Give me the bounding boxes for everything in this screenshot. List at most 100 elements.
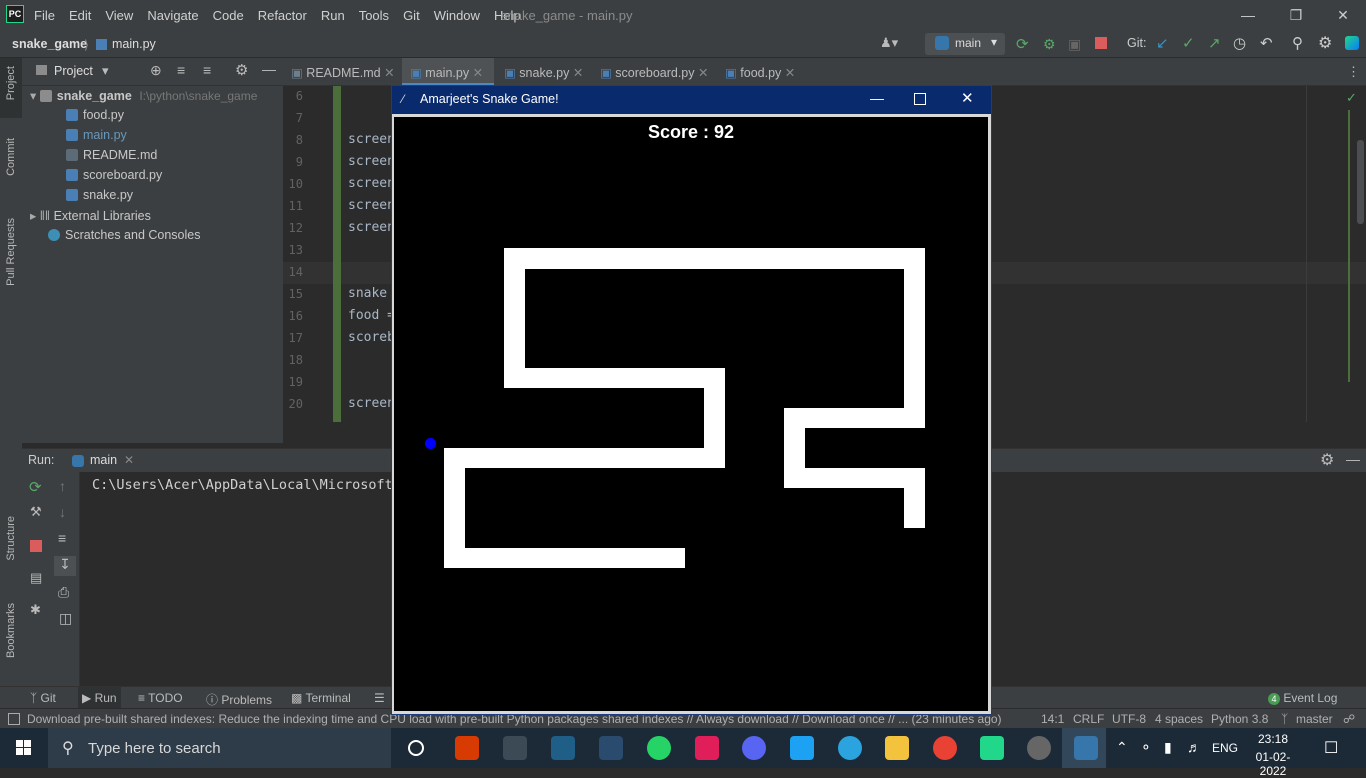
side-tab-commit[interactable]: Commit	[5, 138, 17, 176]
close-icon[interactable]: ✕	[1333, 6, 1353, 24]
print-icon[interactable]: ⎙	[58, 584, 69, 601]
history-icon[interactable]: ◷	[1233, 34, 1246, 52]
close-icon[interactable]: ✕	[473, 66, 483, 80]
restore-icon[interactable]: ❐	[1286, 6, 1306, 24]
editor-scrollbar[interactable]	[1357, 140, 1364, 224]
status-message-icon[interactable]	[8, 713, 20, 725]
tree-item-main[interactable]: main.py	[66, 128, 127, 142]
up-arrow-icon[interactable]: ↑	[59, 478, 66, 494]
run-tab-main[interactable]: main	[90, 453, 117, 467]
menu-git[interactable]: Git	[403, 8, 420, 23]
pin-icon[interactable]: ✱	[30, 602, 41, 618]
whatsapp-icon[interactable]	[647, 736, 671, 760]
tool-todo[interactable]: ≡ TODO	[138, 691, 183, 705]
wifi-icon[interactable]: ⚬	[1140, 739, 1152, 756]
taskbar-search[interactable]: ⚲ Type here to search	[48, 728, 391, 768]
menu-tools[interactable]: Tools	[359, 8, 389, 23]
lock-icon[interactable]: ☍	[1343, 712, 1355, 726]
indent-setting[interactable]: 4 spaces	[1155, 712, 1203, 726]
expand-all-icon[interactable]: ≡	[177, 62, 185, 78]
code-with-me-icon[interactable]	[1345, 36, 1359, 50]
tree-item-snake[interactable]: snake.py	[66, 188, 133, 202]
code-line[interactable]: screen	[348, 220, 395, 235]
code-line[interactable]: screen	[348, 176, 395, 191]
game-canvas[interactable]: Score : 92	[394, 117, 988, 711]
git-push-icon[interactable]: ↗	[1208, 34, 1221, 52]
stop-icon[interactable]	[30, 540, 42, 552]
soft-wrap-icon[interactable]: ≡	[58, 530, 66, 546]
layout-icon[interactable]: ▤	[30, 570, 42, 586]
code-line[interactable]: screen	[348, 198, 395, 213]
side-tab-project[interactable]: Project	[5, 66, 17, 100]
search-icon[interactable]: ⚲	[1292, 34, 1303, 52]
chevron-up-icon[interactable]: ⌃	[1116, 739, 1128, 756]
rollback-icon[interactable]: ↶	[1260, 34, 1273, 52]
python-turtle-icon[interactable]	[1074, 736, 1098, 760]
side-tab-pull-requests[interactable]: Pull Requests	[5, 218, 17, 286]
close-icon[interactable]: ✕	[124, 453, 134, 467]
python-interpreter[interactable]: Python 3.8	[1211, 712, 1268, 726]
matlab-icon[interactable]	[599, 736, 623, 760]
close-icon[interactable]: ✕	[384, 66, 394, 80]
breadcrumb-file[interactable]: main.py	[112, 37, 156, 51]
collapse-all-icon[interactable]: ≡	[203, 62, 211, 78]
caret-position[interactable]: 14:1	[1041, 712, 1064, 726]
menu-view[interactable]: View	[105, 8, 133, 23]
close-icon[interactable]: ✕	[573, 66, 583, 80]
windows-start-icon[interactable]	[16, 740, 32, 756]
tool-run[interactable]: ▶ Run	[78, 687, 121, 709]
tree-item-scratches[interactable]: Scratches and Consoles	[48, 228, 201, 242]
tab-readme[interactable]: ▣ README.md ✕	[291, 58, 401, 86]
tool-terminal[interactable]: ▩ Terminal	[291, 691, 351, 705]
chrome-icon[interactable]	[933, 736, 957, 760]
twitter-icon[interactable]	[790, 736, 814, 760]
arduino-icon[interactable]	[551, 736, 575, 760]
code-line[interactable]: snake	[348, 286, 387, 301]
tree-item-external-libraries[interactable]: ▸ ‖‖ External Libraries	[30, 208, 151, 223]
hide-panel-icon[interactable]: —	[1346, 451, 1360, 467]
wrench-icon[interactable]: ⚒	[30, 504, 42, 520]
close-icon[interactable]: ✕	[961, 89, 974, 107]
minimize-icon[interactable]: —	[1238, 6, 1258, 24]
tab-snake[interactable]: ▣ snake.py ✕	[504, 58, 594, 86]
slack-icon[interactable]	[695, 736, 719, 760]
tree-item-food[interactable]: food.py	[66, 108, 124, 122]
tab-food[interactable]: ▣ food.py ✕	[725, 58, 805, 86]
hide-panel-icon[interactable]: —	[262, 61, 276, 77]
trash-icon[interactable]: ◫	[59, 610, 72, 627]
tab-scoreboard[interactable]: ▣ scoreboard.py ✕	[600, 58, 718, 86]
menu-window[interactable]: Window	[434, 8, 480, 23]
code-line[interactable]: food =	[348, 308, 395, 323]
pycharm-icon[interactable]	[980, 736, 1004, 760]
tool-git[interactable]: ᛉ Git	[30, 691, 56, 705]
code-line[interactable]: scoreb	[348, 330, 395, 345]
code-line[interactable]: screen	[348, 132, 395, 147]
file-encoding[interactable]: UTF-8	[1112, 712, 1146, 726]
run-config-selector[interactable]: main ▾	[925, 33, 1005, 55]
menu-file[interactable]: File	[34, 8, 55, 23]
side-tab-structure[interactable]: Structure	[5, 516, 17, 561]
minimize-icon[interactable]: —	[870, 90, 884, 106]
tool-problems[interactable]: ⓘ Problems	[206, 691, 272, 708]
battery-icon[interactable]: ▮	[1164, 739, 1172, 756]
project-panel-title[interactable]: Project	[54, 64, 93, 78]
git-branch[interactable]: master	[1296, 712, 1333, 726]
side-tab-bookmarks[interactable]: Bookmarks	[5, 603, 17, 658]
maximize-icon[interactable]	[914, 93, 926, 105]
code-line[interactable]: screen	[348, 396, 395, 411]
cortana-icon[interactable]	[408, 740, 424, 756]
close-icon[interactable]: ✕	[785, 66, 795, 80]
media-player-icon[interactable]	[1027, 736, 1051, 760]
locate-icon[interactable]: ⊕	[150, 62, 162, 79]
scroll-to-end-icon[interactable]: ↧	[54, 556, 76, 576]
discord-icon[interactable]	[742, 736, 766, 760]
notifications-icon[interactable]: ☐	[1324, 738, 1338, 758]
line-separator[interactable]: CRLF	[1073, 712, 1104, 726]
down-arrow-icon[interactable]: ↓	[59, 504, 66, 520]
rerun-icon[interactable]: ⟳	[29, 478, 42, 496]
breadcrumb-project[interactable]: snake_game	[12, 37, 87, 51]
office-icon[interactable]	[455, 736, 479, 760]
more-tabs-icon[interactable]: ⋮	[1347, 64, 1360, 80]
debug-icon[interactable]: ⚙	[1043, 36, 1056, 53]
tree-item-scoreboard[interactable]: scoreboard.py	[66, 168, 162, 182]
